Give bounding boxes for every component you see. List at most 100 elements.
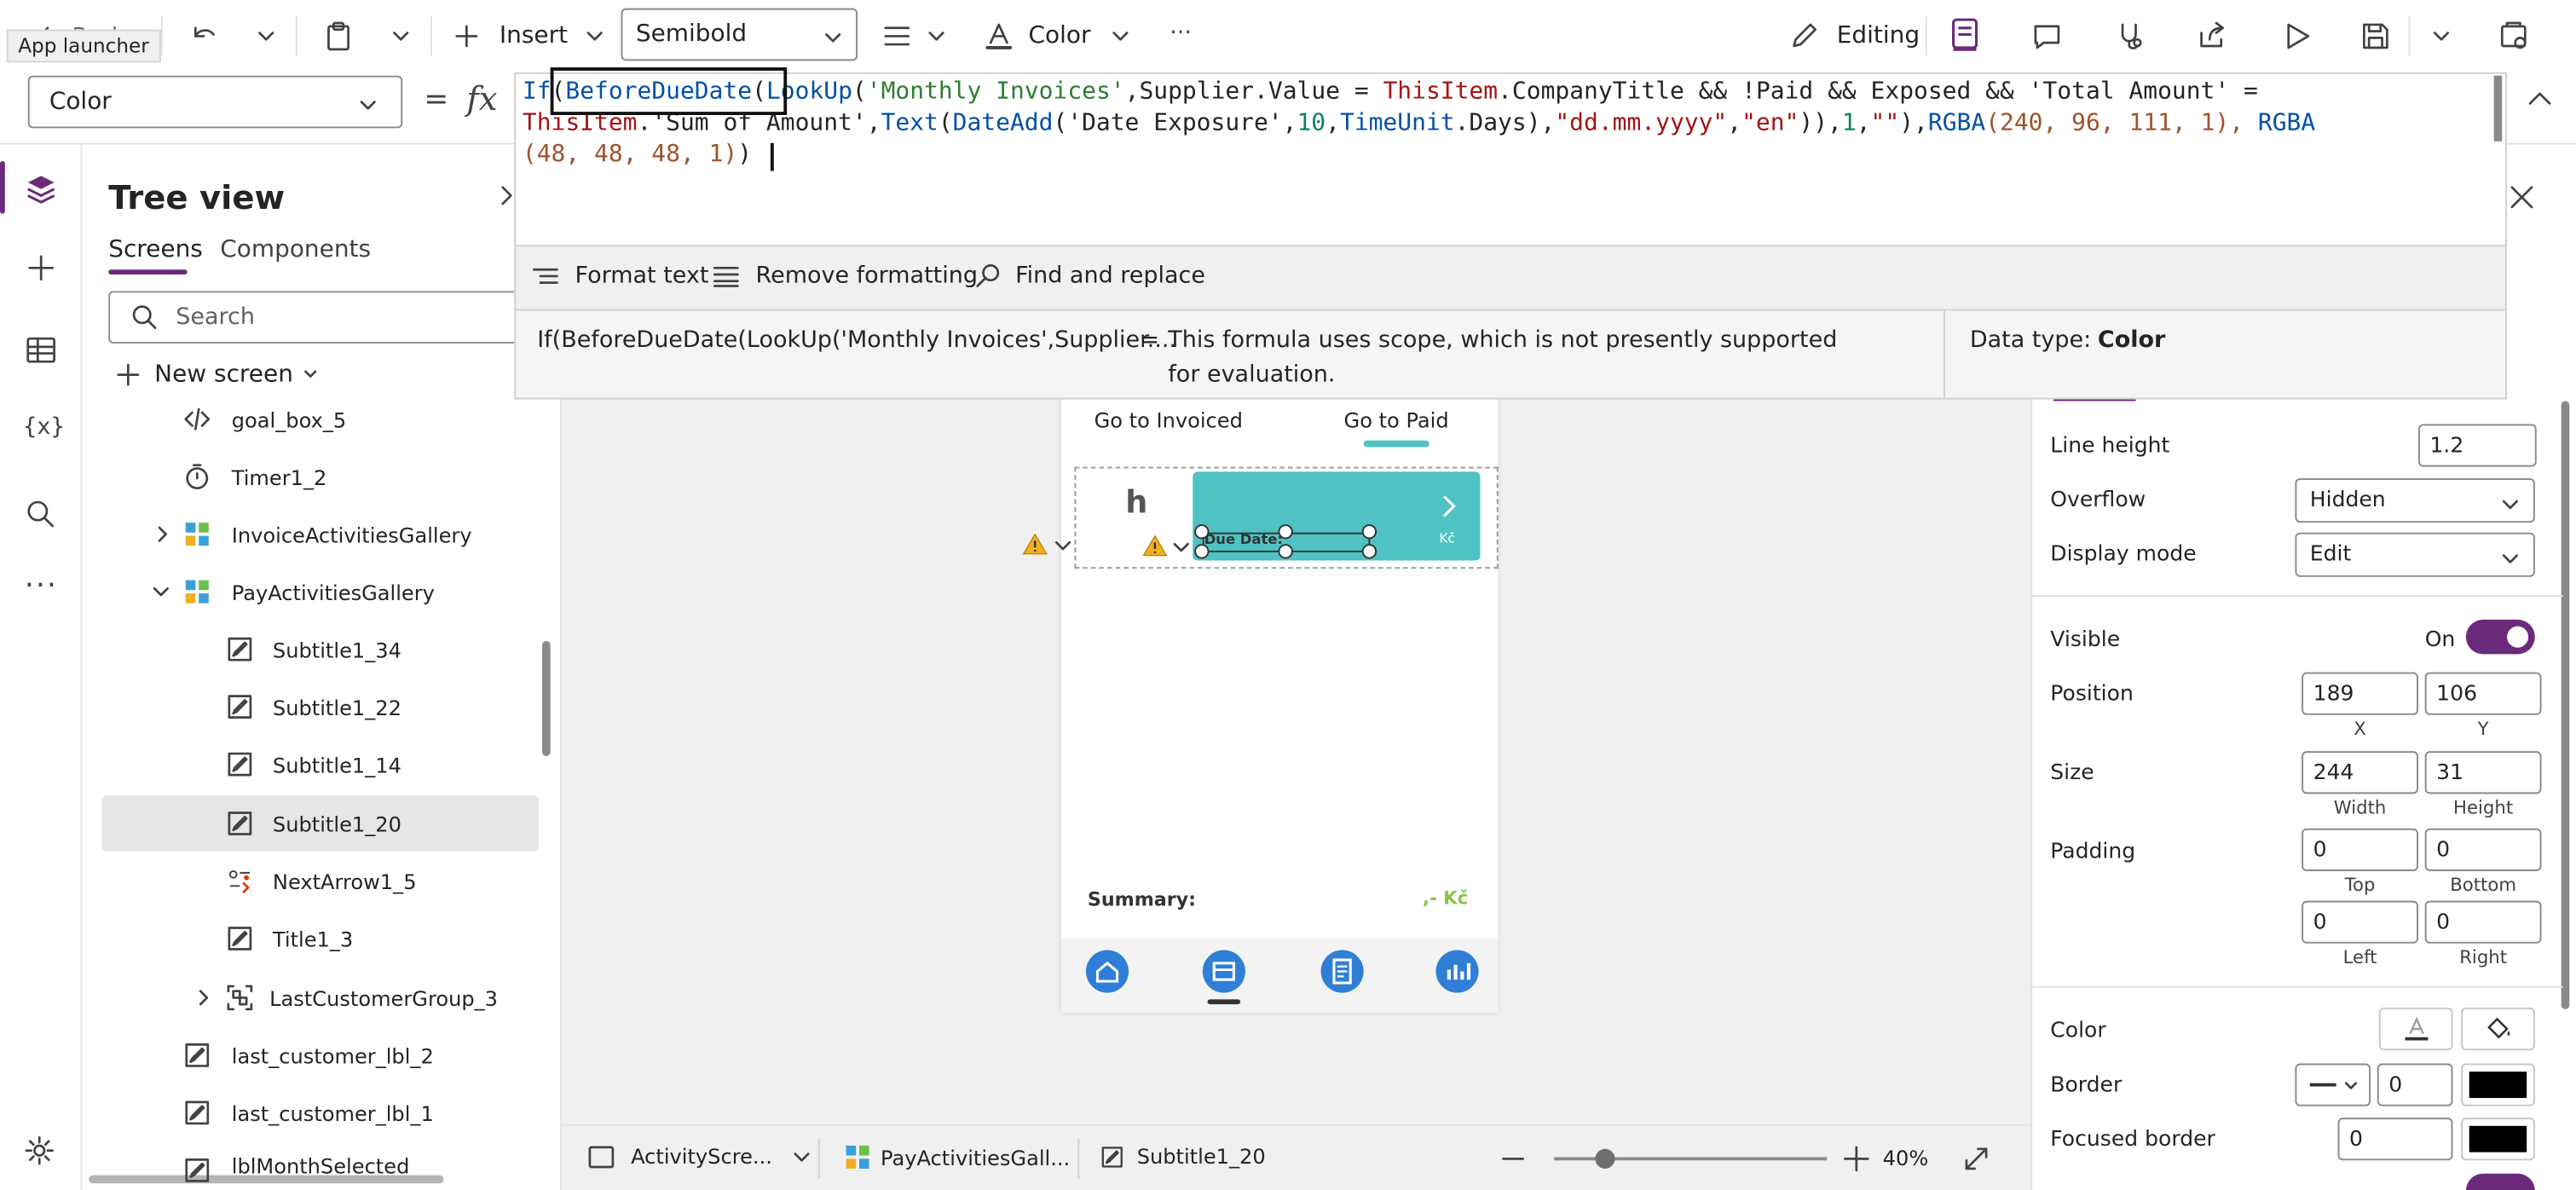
padding-bottom-input[interactable]: 0 <box>2424 828 2542 871</box>
home-nav-icon[interactable] <box>1085 950 1129 993</box>
collapse-formula-chevron-up-icon[interactable] <box>2527 89 2553 108</box>
chart-nav-icon[interactable] <box>1435 950 1479 993</box>
border-width-input[interactable]: 0 <box>2377 1063 2453 1106</box>
expand-chevron-right-icon[interactable] <box>154 521 170 547</box>
padding-right-input[interactable]: 0 <box>2424 900 2542 944</box>
chevron-down-icon[interactable] <box>1054 539 1071 552</box>
format-text-button[interactable]: Format text <box>532 263 708 289</box>
save-icon[interactable] <box>2359 20 2393 53</box>
tree-item-next-arrow1-5[interactable]: NextArrow1_5 <box>101 853 539 910</box>
data-table-icon[interactable] <box>23 332 59 367</box>
nav-go-to-paid[interactable]: Go to Paid <box>1344 407 1449 432</box>
find-replace-button[interactable]: Find and replace <box>976 263 1205 289</box>
warning-icon[interactable] <box>1141 534 1168 557</box>
undo-dropdown-chevron-icon[interactable] <box>257 26 276 46</box>
resize-handle[interactable] <box>1194 524 1210 540</box>
tree-item-subtitle1-34[interactable]: Subtitle1_34 <box>101 621 539 678</box>
insert-button[interactable]: Insert <box>453 18 604 54</box>
fill-color-button[interactable] <box>2461 1007 2535 1051</box>
documents-nav-icon[interactable] <box>1202 950 1245 993</box>
color-button[interactable]: Color <box>983 18 1130 54</box>
tree-item-timer1-2[interactable]: Timer1_2 <box>101 448 539 505</box>
tab-screens[interactable]: Screens <box>108 237 203 275</box>
breadcrumb-gallery[interactable]: PayActivitiesGall... <box>845 1144 1070 1170</box>
wrap-toggle-partial[interactable] <box>2465 1173 2535 1190</box>
border-color-swatch[interactable] <box>2461 1063 2535 1106</box>
invoice-nav-icon[interactable] <box>1320 950 1364 993</box>
search-icon[interactable] <box>23 496 59 532</box>
tree-item-pay-activities-gallery[interactable]: PayActivitiesGallery <box>101 563 539 620</box>
close-icon[interactable] <box>2509 184 2535 211</box>
undo-icon[interactable] <box>188 20 221 53</box>
position-x-input[interactable]: 189 <box>2302 672 2418 715</box>
more-tools-icon[interactable]: ··· <box>25 569 58 603</box>
tree-item-subtitle1-20-selected[interactable]: Subtitle1_20 <box>101 795 540 852</box>
tree-view-layers-icon[interactable] <box>23 171 59 207</box>
tree-item-subtitle1-22[interactable]: Subtitle1_22 <box>101 679 539 735</box>
paste-icon[interactable] <box>322 20 355 53</box>
resize-handle[interactable] <box>1278 544 1293 559</box>
padding-left-input[interactable]: 0 <box>2302 900 2418 944</box>
collapse-chevron-down-icon[interactable] <box>151 579 170 605</box>
property-dropdown[interactable]: Color <box>27 75 403 129</box>
position-y-input[interactable]: 106 <box>2424 672 2542 715</box>
line-height-input[interactable]: 1.2 <box>2417 424 2537 467</box>
font-weight-dropdown[interactable]: Semibold <box>621 8 858 61</box>
zoom-out-icon[interactable] <box>1502 1149 1525 1169</box>
tree-item-last-customer-lbl-2[interactable]: last_customer_lbl_2 <box>101 1027 539 1083</box>
expand-chevron-right-icon[interactable] <box>195 985 211 1011</box>
health-monitor-icon[interactable] <box>2113 20 2146 53</box>
tree-item-subtitle1-14[interactable]: Subtitle1_14 <box>101 737 539 793</box>
breadcrumb-screen[interactable]: ActivityScre... <box>588 1144 811 1169</box>
width-input[interactable]: 244 <box>2302 751 2418 794</box>
visible-toggle[interactable] <box>2465 619 2535 655</box>
share-icon[interactable] <box>2195 20 2228 53</box>
nav-go-to-invoiced[interactable]: Go to Invoiced <box>1095 407 1243 432</box>
focused-border-width-input[interactable]: 0 <box>2337 1118 2453 1161</box>
tree-item-last-customer-group-3[interactable]: LastCustomerGroup_3 <box>101 970 539 1026</box>
new-screen-button[interactable]: New screen <box>115 358 320 391</box>
zoom-slider[interactable] <box>1554 1148 1828 1169</box>
play-preview-icon[interactable] <box>2280 20 2313 53</box>
editing-mode-button[interactable]: Editing <box>1788 18 1920 54</box>
display-mode-dropdown[interactable]: Edit <box>2295 532 2535 577</box>
padding-top-input[interactable]: 0 <box>2302 828 2418 871</box>
properties-scrollbar[interactable] <box>2561 401 2570 1009</box>
app-checker-icon[interactable] <box>1949 16 1982 52</box>
comments-icon[interactable] <box>2030 20 2064 53</box>
align-dropdown-chevron-icon[interactable] <box>927 26 946 46</box>
resize-handle[interactable] <box>1361 544 1378 559</box>
more-options-button[interactable]: ··· <box>1170 20 1192 46</box>
overflow-dropdown[interactable]: Hidden <box>2295 478 2535 523</box>
save-dropdown-chevron-icon[interactable] <box>2431 26 2451 46</box>
align-text-icon[interactable] <box>881 20 914 53</box>
breadcrumb-control[interactable]: Subtitle1_20 <box>1100 1144 1266 1169</box>
height-input[interactable]: 31 <box>2424 751 2542 794</box>
warning-icon[interactable] <box>1022 533 1048 556</box>
insert-plus-icon[interactable] <box>23 250 59 286</box>
tree-scrollbar[interactable] <box>542 640 551 756</box>
tree-item-last-customer-lbl-1[interactable]: last_customer_lbl_1 <box>101 1085 539 1141</box>
tree-item-invoice-activities-gallery[interactable]: InvoiceActivitiesGallery <box>101 506 539 563</box>
app-screen-preview[interactable]: Go to Invoiced Go to Paid h Due Date: Kč <box>1061 390 1499 1013</box>
settings-gear-icon[interactable] <box>23 1134 56 1167</box>
tab-components[interactable]: Components <box>220 237 371 263</box>
border-style-dropdown[interactable] <box>2295 1063 2371 1106</box>
pay-activities-gallery-item[interactable]: h Due Date: Kč <box>1074 466 1499 569</box>
zoom-in-icon[interactable] <box>1843 1146 1869 1172</box>
formula-editor-scrollbar[interactable] <box>2493 75 2503 142</box>
focused-border-color-swatch[interactable] <box>2461 1118 2535 1161</box>
resize-handle[interactable] <box>1194 544 1210 559</box>
resize-handle[interactable] <box>1278 524 1293 540</box>
tree-search-input[interactable]: Search <box>108 291 520 344</box>
paste-dropdown-chevron-icon[interactable] <box>391 26 411 46</box>
chevron-down-icon[interactable] <box>1173 540 1189 553</box>
publish-icon[interactable] <box>2497 20 2530 53</box>
resize-handle[interactable] <box>1361 524 1378 540</box>
zoom-slider-thumb[interactable] <box>1595 1148 1615 1169</box>
text-color-button[interactable] <box>2378 1007 2453 1051</box>
formula-editor[interactable]: If(BeforeDueDate(LookUp('Monthly Invoice… <box>514 67 2508 247</box>
variables-icon[interactable]: {x} <box>23 414 65 441</box>
tree-item-goal-box-5[interactable]: goal_box_5 <box>101 391 539 448</box>
remove-formatting-button[interactable]: Remove formatting <box>713 263 978 289</box>
